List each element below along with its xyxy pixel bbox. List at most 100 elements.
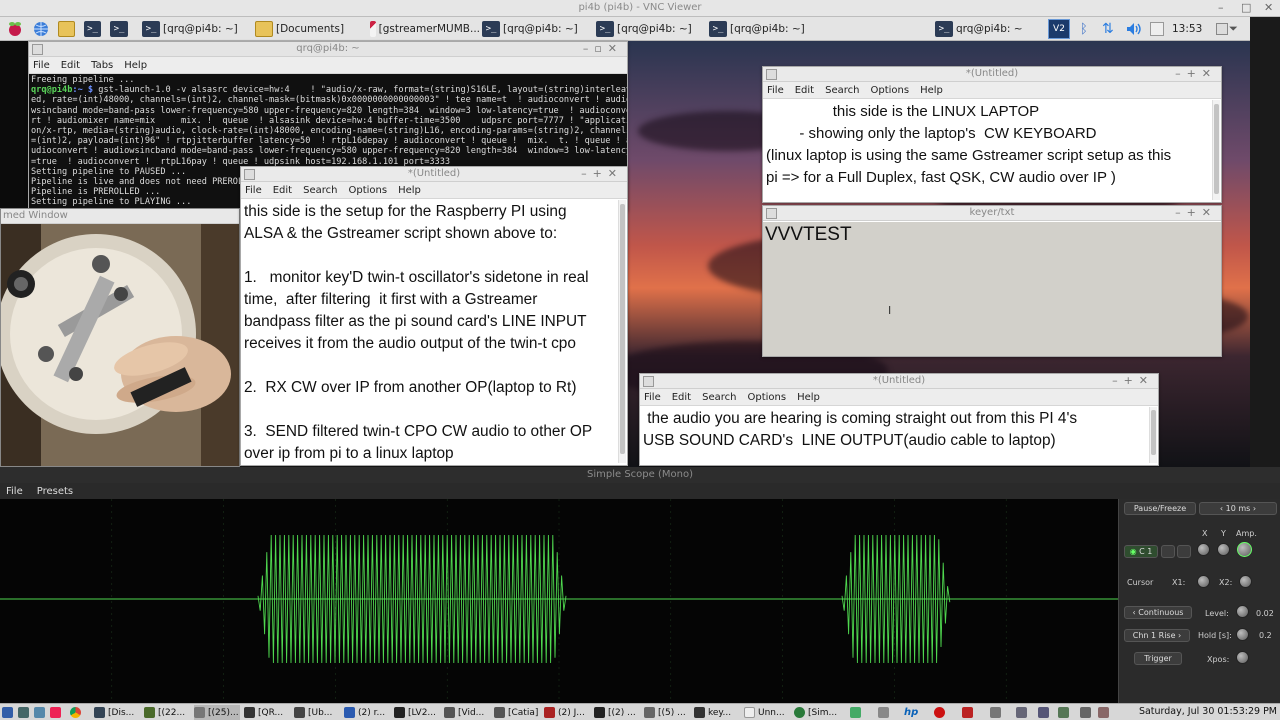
tray-icon[interactable] (1016, 705, 1030, 720)
task-button[interactable]: [(22... (144, 705, 190, 720)
menu-help[interactable]: Help (124, 60, 147, 71)
start-menu-icon[interactable] (2, 705, 16, 720)
tray-icon[interactable] (878, 705, 892, 720)
editor-audio-window[interactable]: *(Untitled) –+✕ File Edit Search Options… (639, 373, 1159, 466)
trigger-source-dropdown[interactable]: Chn 1 Rise › (1124, 629, 1190, 642)
chrome-icon[interactable] (70, 705, 84, 720)
camera-window[interactable]: med Window (0, 208, 240, 467)
editor-title-bar[interactable]: *(Untitled) –+✕ (640, 374, 1158, 389)
trigger-mode-dropdown[interactable]: ‹ Continuous (1124, 606, 1192, 619)
menu-file[interactable]: File (767, 85, 784, 96)
volume-icon[interactable] (1126, 19, 1144, 39)
timebase-spinner[interactable]: ‹ 10 ms › (1199, 502, 1277, 515)
editor-text-area[interactable]: this side is the setup for the Raspberry… (241, 199, 627, 465)
y-knob[interactable] (1217, 543, 1230, 556)
window-controls[interactable]: –▫✕ (583, 42, 623, 56)
menu-file[interactable]: File (245, 185, 262, 196)
cpu-monitor-icon[interactable] (1150, 19, 1166, 39)
window-controls[interactable]: –+✕ (1175, 206, 1217, 220)
vnc-close-button[interactable]: ✕ (1264, 1, 1273, 14)
task-button[interactable]: [LV2... (394, 705, 440, 720)
top-clock[interactable]: 13:53 (1172, 19, 1212, 39)
channel-option-button[interactable] (1177, 545, 1191, 558)
vnc-menu-chevron-icon[interactable]: ⏷ (1229, 19, 1249, 39)
hold-knob[interactable] (1236, 628, 1249, 641)
tray-icon[interactable] (962, 705, 976, 720)
keyer-title-bar[interactable]: keyer/txt –+✕ (763, 206, 1221, 221)
menu-edit[interactable]: Edit (672, 392, 691, 403)
menu-edit[interactable]: Edit (273, 185, 292, 196)
volume-icon[interactable] (1080, 705, 1094, 720)
task-button[interactable]: [(25)... (194, 705, 240, 720)
launcher-icon[interactable] (18, 705, 32, 720)
scope-display[interactable] (0, 499, 1118, 703)
channel-option-button[interactable] (1161, 545, 1175, 558)
menu-options[interactable]: Options (747, 392, 786, 403)
task-button[interactable]: (2) J... (544, 705, 590, 720)
task-gstreamer-editor[interactable]: [gstreamerMUMB... (370, 19, 480, 39)
menu-search[interactable]: Search (702, 392, 736, 403)
terminal-launcher-icon[interactable]: >_ (84, 19, 104, 39)
task-button[interactable]: Unn... (744, 705, 790, 720)
menu-help[interactable]: Help (797, 392, 820, 403)
eject-icon[interactable] (1216, 19, 1230, 39)
vnc-maximize-button[interactable]: □ (1241, 1, 1251, 14)
task-button[interactable]: [Catia] (494, 705, 540, 720)
amp-knob[interactable] (1237, 542, 1252, 557)
launcher-icon[interactable] (50, 705, 64, 720)
menu-edit[interactable]: Edit (795, 85, 814, 96)
task-button[interactable]: key... (694, 705, 740, 720)
network-icon[interactable]: ⇅ (1102, 19, 1120, 39)
keyer-text-area[interactable]: VVVTEST I (763, 222, 1221, 356)
pause-freeze-button[interactable]: Pause/Freeze (1124, 502, 1196, 515)
hp-icon[interactable]: hp (904, 705, 922, 720)
task-terminal-5[interactable]: >_ qrq@pi4b: ~ (935, 19, 1045, 39)
task-terminal-3[interactable]: >_ [qrq@pi4b: ~] (596, 19, 706, 39)
window-controls[interactable]: –+✕ (581, 167, 623, 181)
tray-icon[interactable] (1098, 705, 1112, 720)
task-button[interactable]: [QR... (244, 705, 290, 720)
menu-file[interactable]: File (6, 486, 23, 497)
scope-title-bar[interactable]: Simple Scope (Mono) (0, 467, 1280, 483)
editor-scrollbar[interactable] (1149, 407, 1157, 463)
network-icon[interactable] (1058, 705, 1072, 720)
editor-title-bar[interactable]: *(Untitled) –+✕ (763, 67, 1221, 82)
task-button[interactable]: [(5) ... (644, 705, 690, 720)
editor-text-area[interactable]: the audio you are hearing is coming stra… (640, 406, 1158, 454)
terminal-title-bar[interactable]: qrq@pi4b: ~ –▫✕ (29, 42, 627, 57)
editor-scrollbar[interactable] (1212, 100, 1220, 200)
folder-icon[interactable] (58, 19, 78, 39)
menu-edit[interactable]: Edit (61, 60, 80, 71)
menu-tabs[interactable]: Tabs (91, 60, 113, 71)
editor-scrollbar[interactable] (618, 200, 626, 463)
editor-text-area[interactable]: this side is the LINUX LAPTOP - showing … (763, 99, 1221, 191)
task-terminal-1[interactable]: >_ [qrq@pi4b: ~] (142, 19, 252, 39)
menu-file[interactable]: File (33, 60, 50, 71)
task-terminal-2[interactable]: >_ [qrq@pi4b: ~] (482, 19, 592, 39)
bluetooth-icon[interactable]: ᛒ (1080, 19, 1094, 39)
menu-search[interactable]: Search (825, 85, 859, 96)
vnc-server-icon[interactable]: V2 (1048, 19, 1070, 39)
menu-presets[interactable]: Presets (37, 486, 73, 497)
task-terminal-4[interactable]: >_ [qrq@pi4b: ~] (709, 19, 819, 39)
network-icon[interactable] (1038, 705, 1052, 720)
x2-knob[interactable] (1239, 575, 1252, 588)
launcher-icon[interactable] (34, 705, 48, 720)
task-button[interactable]: (2) r... (344, 705, 390, 720)
task-documents[interactable]: [Documents] (255, 19, 365, 39)
menu-file[interactable]: File (644, 392, 661, 403)
terminal-task-icon[interactable]: >_ (110, 19, 140, 39)
tray-icon[interactable] (990, 705, 1004, 720)
window-controls[interactable]: –+✕ (1175, 67, 1217, 81)
raspberry-menu-icon[interactable] (6, 19, 26, 39)
x1-knob[interactable] (1197, 575, 1210, 588)
bottom-clock[interactable]: Saturday, Jul 30 01:53:29 PM (1139, 706, 1277, 717)
vnc-minimize-button[interactable]: – (1218, 1, 1224, 14)
task-button[interactable]: [Vid... (444, 705, 490, 720)
editor-title-bar[interactable]: *(Untitled) –+✕ (241, 167, 627, 182)
menu-options[interactable]: Options (870, 85, 909, 96)
tray-icon[interactable] (850, 705, 864, 720)
x-knob[interactable] (1197, 543, 1210, 556)
task-button[interactable]: [Ub... (294, 705, 340, 720)
task-button[interactable]: [Dis... (94, 705, 140, 720)
